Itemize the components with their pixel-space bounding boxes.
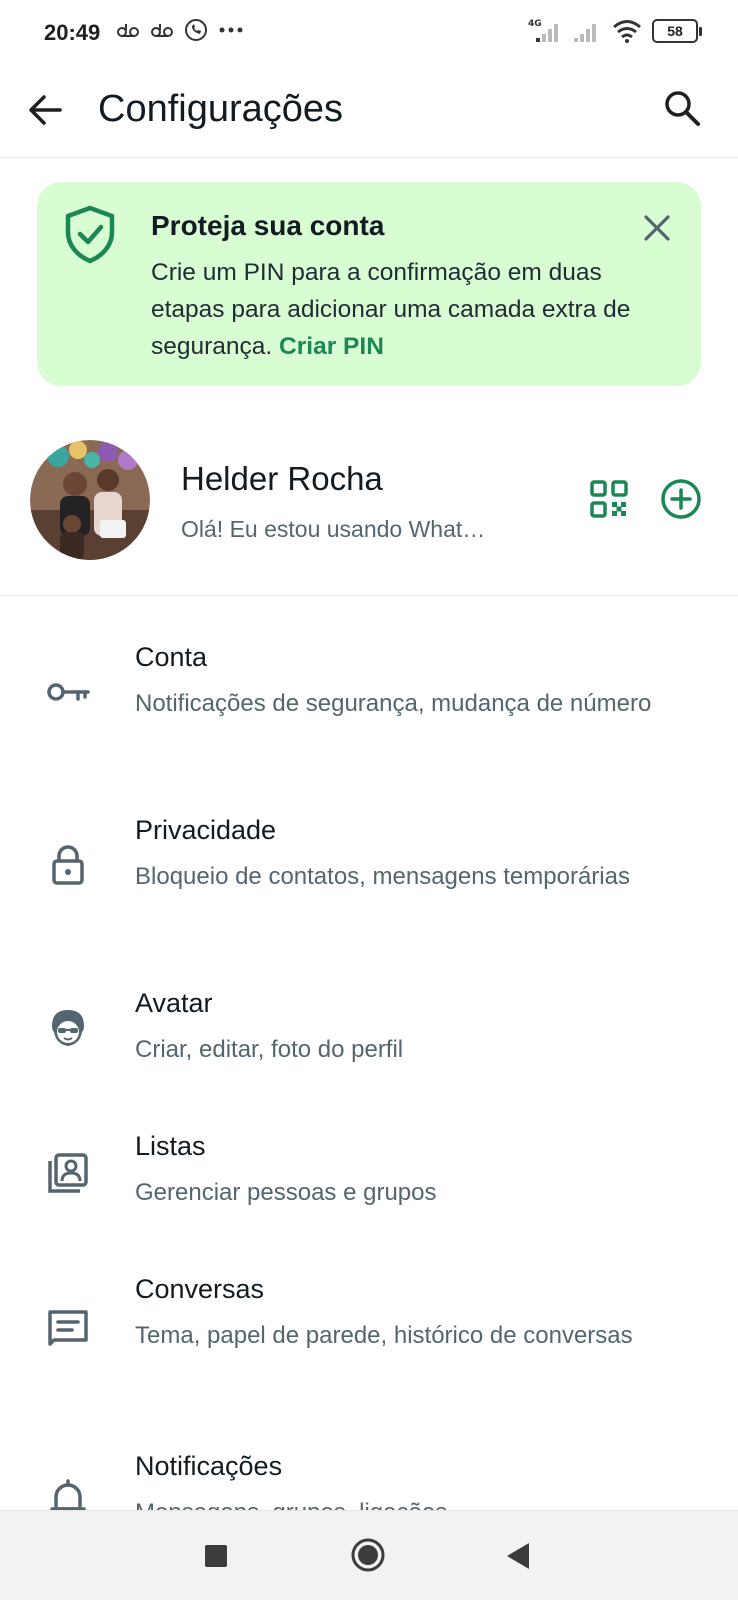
status-system-icons: 4G 58 <box>528 18 702 44</box>
settings-item-privacidade[interactable]: Privacidade Bloqueio de contatos, mensag… <box>0 773 738 948</box>
qr-code-icon[interactable] <box>590 480 628 518</box>
key-icon <box>47 683 90 701</box>
settings-item-title: Notificações <box>135 1451 283 1481</box>
settings-item-conversas[interactable]: Conversas Tema, papel de parede, históri… <box>0 1236 738 1411</box>
status-time: 20:49 <box>44 20 101 45</box>
whatsapp-icon <box>185 19 207 41</box>
add-circle-icon[interactable] <box>660 478 702 520</box>
settings-item-title: Conta <box>135 642 208 672</box>
contacts-list-icon <box>48 1153 88 1193</box>
recent-apps-icon[interactable] <box>205 1545 227 1567</box>
profile-row[interactable]: Helder Rocha Olá! Eu estou usando What… <box>0 424 738 596</box>
settings-item-conta[interactable]: Conta Notificações de segurança, mudança… <box>0 598 738 773</box>
more-dots-icon <box>219 27 243 33</box>
close-icon[interactable] <box>641 212 673 244</box>
home-icon[interactable] <box>350 1537 386 1573</box>
page-title: Configurações <box>98 88 344 130</box>
search-icon[interactable] <box>660 86 704 130</box>
settings-item-subtitle: Bloqueio de contatos, mensagens temporár… <box>135 863 630 890</box>
nav-back-icon[interactable] <box>505 1541 531 1571</box>
avatar[interactable] <box>30 440 150 560</box>
status-notification-icons <box>116 18 244 42</box>
status-bar: 20:49 4G 58 <box>0 0 738 68</box>
avatar-face-icon <box>52 1010 84 1046</box>
signal-icon <box>574 24 596 42</box>
lock-icon <box>52 845 84 885</box>
profile-name: Helder Rocha <box>181 460 383 497</box>
bell-icon <box>50 1479 86 1511</box>
settings-item-avatar[interactable]: Avatar Criar, editar, foto do perfil <box>0 948 738 1093</box>
banner-description: Crie um PIN para a confirmação em duas e… <box>151 259 631 360</box>
network-label: 4G <box>528 19 542 29</box>
settings-item-notificacoes[interactable]: Notificações Mensagens, grupos, ligações <box>0 1411 738 1511</box>
voicemail-icon <box>117 24 139 37</box>
settings-item-title: Privacidade <box>135 815 277 845</box>
banner-title: Proteja sua conta <box>151 210 385 241</box>
back-arrow-icon[interactable] <box>24 88 68 132</box>
security-pin-banner: Proteja sua conta Crie um PIN para a con… <box>37 182 701 386</box>
shield-check-icon <box>65 205 115 264</box>
app-bar: Configurações <box>0 70 738 158</box>
settings-item-title: Listas <box>135 1131 206 1161</box>
settings-item-subtitle: Criar, editar, foto do perfil <box>135 1036 404 1063</box>
settings-item-subtitle: Gerenciar pessoas e grupos <box>135 1179 437 1206</box>
create-pin-link[interactable]: Criar PIN <box>279 333 384 360</box>
chat-icon <box>48 1310 88 1346</box>
system-nav-bar <box>0 1510 738 1600</box>
profile-status: Olá! Eu estou usando What… <box>181 516 486 542</box>
settings-item-subtitle: Tema, papel de parede, histórico de conv… <box>135 1322 633 1349</box>
signal-4g-icon: 4G <box>528 19 558 42</box>
settings-item-title: Avatar <box>135 988 213 1018</box>
voicemail-icon <box>151 24 173 37</box>
wifi-icon <box>613 20 641 43</box>
settings-item-subtitle: Mensagens, grupos, ligações <box>135 1497 695 1511</box>
settings-item-listas[interactable]: Listas Gerenciar pessoas e grupos <box>0 1093 738 1236</box>
settings-item-subtitle: Notificações de segurança, mudança de nú… <box>135 690 652 717</box>
settings-item-title: Conversas <box>135 1274 265 1304</box>
battery-icon: 58 <box>652 19 702 43</box>
battery-level: 58 <box>667 23 683 39</box>
banner-text: Crie um PIN para a confirmação em duas e… <box>151 254 671 365</box>
